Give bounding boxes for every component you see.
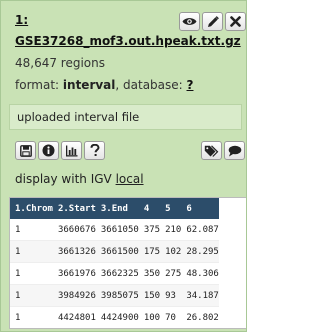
table-cell: 70	[160, 306, 182, 328]
annotation-actions	[201, 141, 245, 160]
table-cell: 350	[138, 262, 161, 285]
column-header: 3.End	[95, 198, 139, 219]
table-cell: 48.306	[181, 262, 219, 285]
visualize-button[interactable]	[61, 141, 82, 160]
format-line: format: interval, database: ?	[15, 78, 193, 92]
table-cell: 3984926	[52, 284, 96, 307]
database-link[interactable]: ?	[187, 78, 194, 92]
table-cell: 175	[138, 240, 161, 263]
peek-table: 1.Chrom 2.Start 3.End 4 5 6 1 3660676 36…	[10, 198, 219, 328]
table-row: 1 3984926 3985075 150 93 34.187	[10, 284, 219, 307]
column-header: 4	[138, 198, 161, 219]
table-cell: 102	[160, 240, 182, 263]
table-cell: 1	[10, 284, 53, 307]
format-value: interval	[62, 78, 116, 92]
table-header-row: 1.Chrom 2.Start 3.End 4 5 6	[10, 198, 219, 219]
table-cell: 3662325	[95, 262, 139, 285]
table-cell: 28.295	[181, 240, 219, 263]
table-cell: 26.802	[181, 306, 219, 328]
pencil-icon	[207, 15, 219, 27]
display-label: display with IGV	[15, 172, 116, 186]
table-cell: 3660676	[52, 219, 96, 241]
table-cell: 4424801	[52, 306, 96, 328]
column-header: 6	[181, 198, 219, 219]
display-line: display with IGV local	[15, 172, 144, 186]
details-button[interactable]	[38, 141, 59, 160]
comment-icon	[228, 145, 241, 156]
table-row: 1 4424801 4424900 100 70 26.802	[10, 306, 219, 328]
table-cell: 93	[160, 284, 182, 307]
table-row: 1 3661326 3661500 175 102 28.295	[10, 240, 219, 263]
dataset-hid[interactable]: 1:	[15, 13, 28, 27]
column-header: 5	[160, 198, 182, 219]
table-row: 1 3661976 3662325 350 275 48.306	[10, 262, 219, 285]
table-cell: 1	[10, 306, 53, 328]
table-cell: 4424900	[95, 306, 139, 328]
delete-button[interactable]	[225, 12, 246, 31]
dataset-panel: 1: GSE37268_mof3.out.hpeak.txt.gz 48,647…	[0, 0, 247, 332]
column-header: 1.Chrom	[10, 198, 53, 219]
view-button[interactable]	[179, 12, 200, 31]
tag-icon	[204, 144, 219, 157]
igv-local-link[interactable]: local	[116, 172, 144, 186]
table-row: 1 3660676 3661050 375 210 62.087	[10, 219, 219, 241]
table-cell: 150	[138, 284, 161, 307]
table-cell: 3661326	[52, 240, 96, 263]
chart-icon	[66, 145, 78, 156]
table-cell: 62.087	[181, 219, 219, 241]
dataset-top-actions	[179, 12, 246, 31]
table-cell: 3661976	[52, 262, 96, 285]
annotation-button[interactable]	[224, 141, 245, 160]
table-cell: 1	[10, 240, 53, 263]
table-cell: 3661050	[95, 219, 139, 241]
database-label: , database:	[115, 78, 187, 92]
tags-button[interactable]	[201, 141, 222, 160]
format-label: format:	[15, 78, 63, 92]
help-button[interactable]	[84, 141, 105, 160]
eye-icon	[182, 18, 197, 25]
secondary-actions	[15, 141, 105, 160]
download-button[interactable]	[15, 141, 36, 160]
dataset-info: uploaded interval file	[9, 104, 242, 130]
table-cell: 375	[138, 219, 161, 241]
edit-button[interactable]	[202, 12, 223, 31]
table-cell: 3985075	[95, 284, 139, 307]
save-icon	[19, 144, 32, 157]
column-header: 2.Start	[52, 198, 96, 219]
region-count: 48,647 regions	[15, 56, 106, 70]
peek-table-container: 1.Chrom 2.Start 3.End 4 5 6 1 3660676 36…	[9, 197, 246, 329]
dataset-title[interactable]: GSE37268_mof3.out.hpeak.txt.gz	[15, 34, 241, 48]
info-icon	[42, 144, 55, 157]
table-cell: 3661500	[95, 240, 139, 263]
table-cell: 1	[10, 219, 53, 241]
close-icon	[230, 16, 241, 27]
table-cell: 275	[160, 262, 182, 285]
table-cell: 100	[138, 306, 161, 328]
table-cell: 210	[160, 219, 182, 241]
question-icon	[90, 144, 100, 156]
table-cell: 1	[10, 262, 53, 285]
table-cell: 34.187	[181, 284, 219, 307]
